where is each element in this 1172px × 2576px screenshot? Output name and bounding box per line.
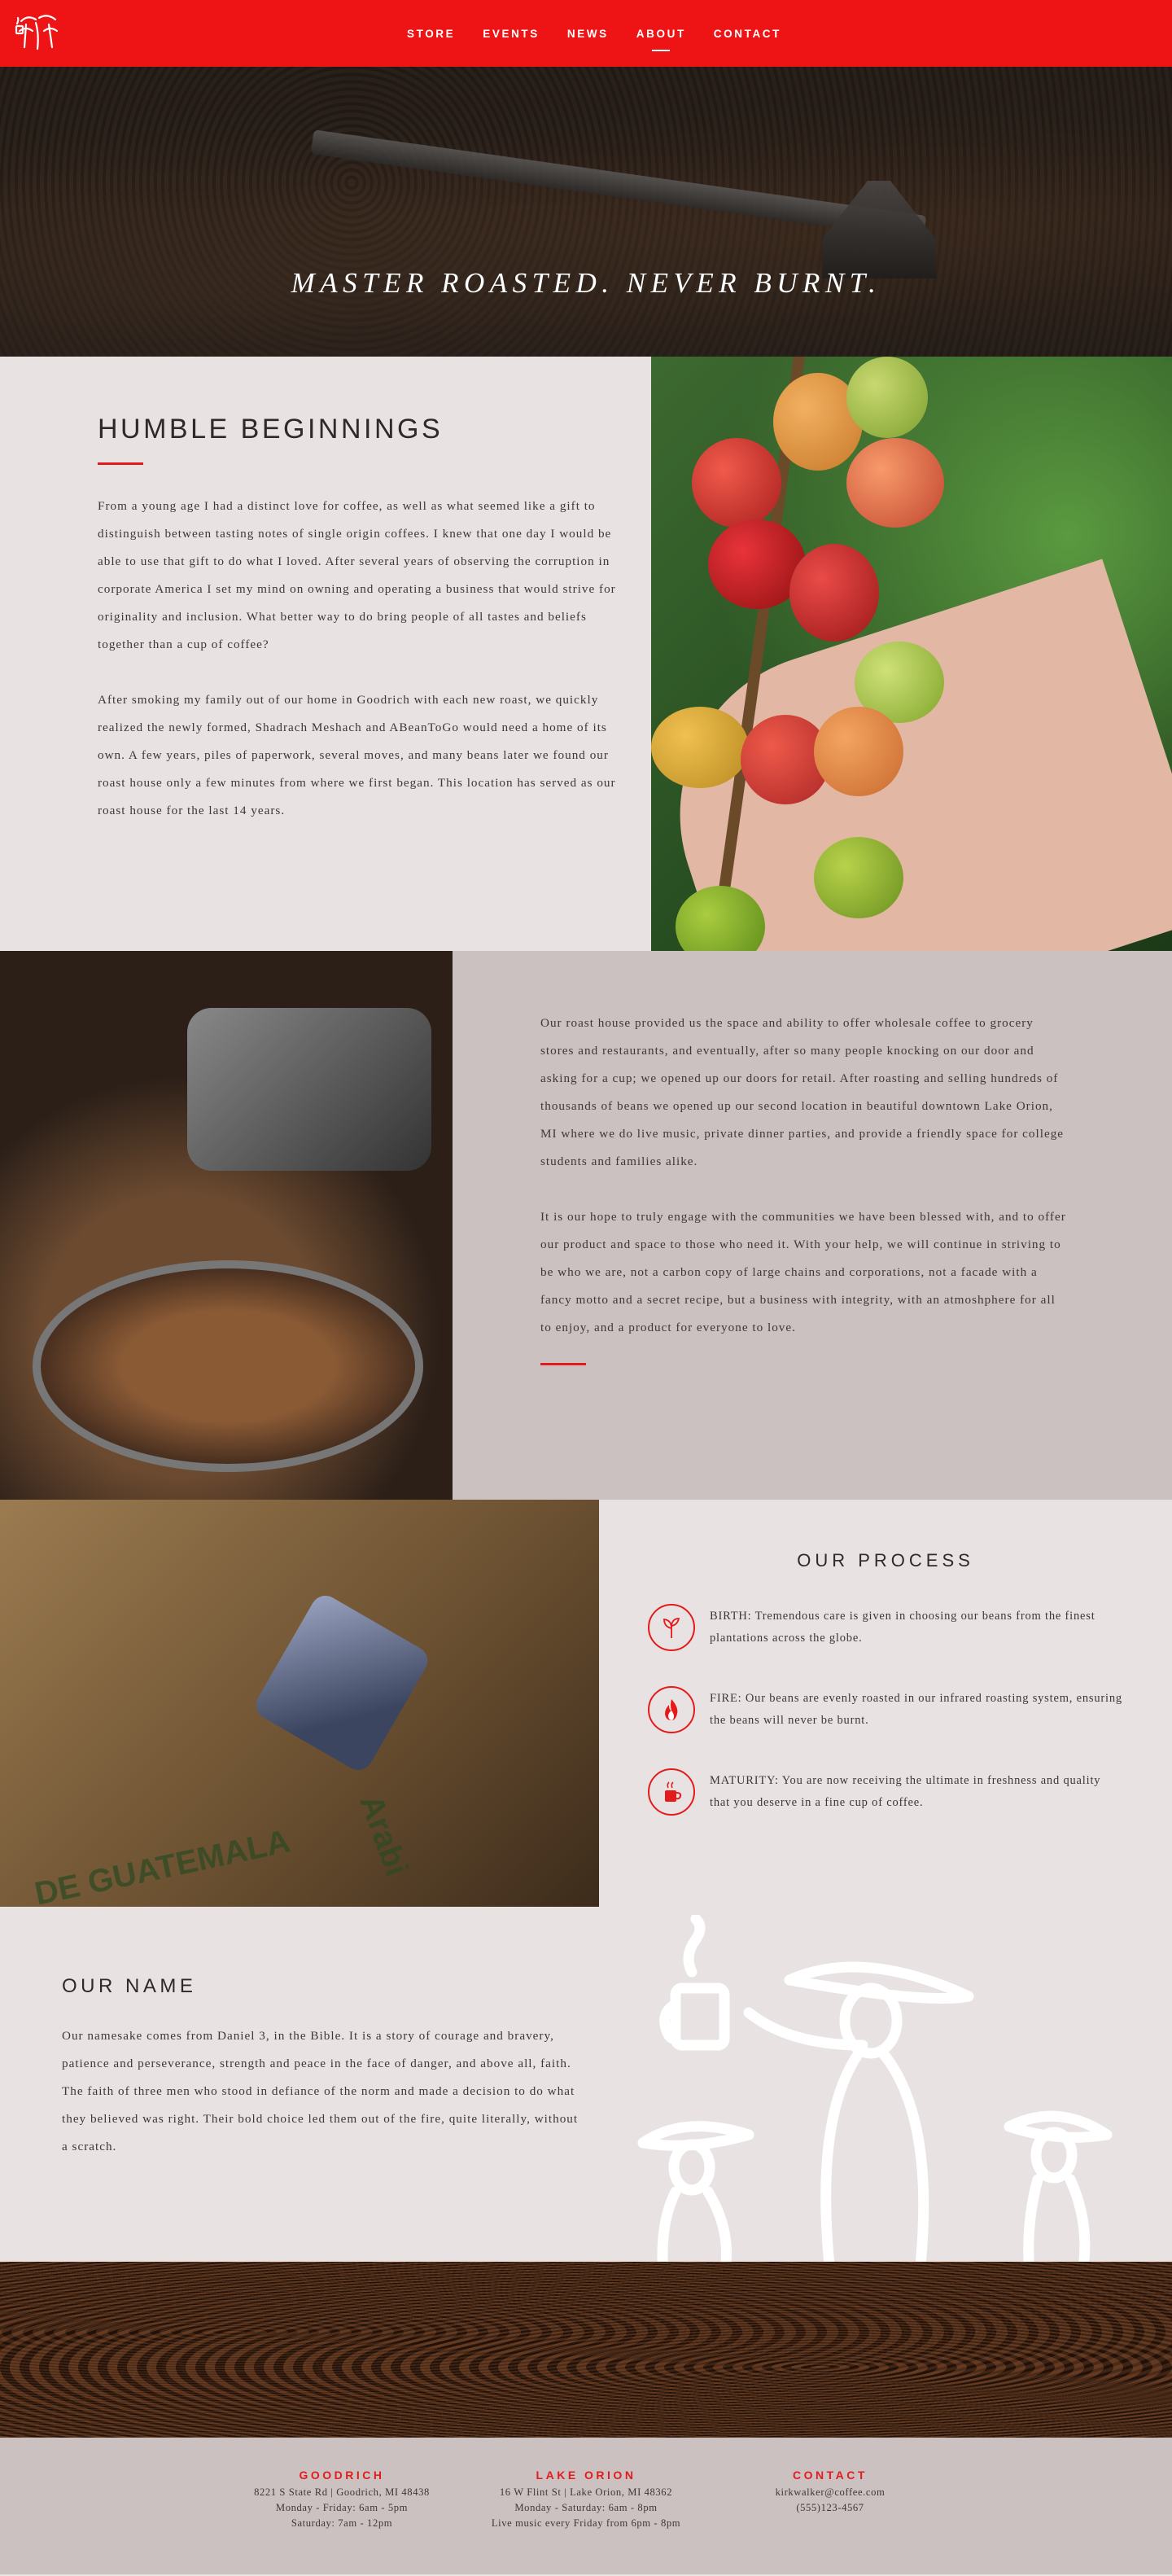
humble-paragraph-2: After smoking my family out of our home … (98, 693, 616, 817)
hero-banner: MASTER ROASTED. NEVER BURNT. (0, 67, 1172, 357)
humble-beginnings-section: HUMBLE BEGINNINGS From a young age I had… (0, 357, 1172, 951)
footer-goodrich: GOODRICH 8221 S State Rd | Goodrich, MI … (244, 2469, 440, 2574)
footer-note: Live music every Friday from 6pm - 8pm (491, 2517, 681, 2529)
process-step-text: FIRE: Our beans are evenly roasted in ou… (710, 1692, 1122, 1727)
sack-label-guatemala: DE GUATEMALA (31, 1823, 294, 1907)
process-step-maturity: MATURITY: You are now receiving the ulti… (648, 1768, 1123, 1816)
roast-house-paragraph-1: Our roast house provided us the space an… (540, 1016, 1065, 1168)
footer-address: 16 W Flint St | Lake Orion, MI 48362 (499, 2486, 673, 2498)
three-men-illustration (637, 1915, 1113, 2262)
process-step-birth: BIRTH: Tremendous care is given in choos… (648, 1604, 1123, 1651)
humble-title: HUMBLE BEGINNINGS (98, 414, 444, 445)
our-process-section: DE GUATEMALA Arabi OUR PROCESS BIRTH: Tr… (0, 1500, 1172, 1907)
section-divider (540, 1363, 586, 1365)
coffee-cup-icon (648, 1768, 695, 1816)
process-text: OUR PROCESS BIRTH: Tremendous care is gi… (599, 1500, 1172, 1907)
process-step-fire: FIRE: Our beans are evenly roasted in ou… (648, 1686, 1123, 1733)
title-divider (98, 462, 143, 465)
footer: GOODRICH 8221 S State Rd | Goodrich, MI … (0, 2438, 1172, 2574)
humble-text: HUMBLE BEGINNINGS From a young age I had… (0, 357, 651, 951)
process-step-text: BIRTH: Tremendous care is given in choos… (710, 1610, 1095, 1645)
sprout-icon (648, 1604, 695, 1651)
roast-house-text: Our roast house provided us the space an… (453, 951, 1172, 1500)
footer-lake-orion: LAKE ORION 16 W Flint St | Lake Orion, M… (488, 2469, 684, 2574)
footer-email-link[interactable]: kirkwalker@coffee.com (732, 2485, 928, 2500)
footer-address: 8221 S State Rd | Goodrich, MI 48438 (254, 2486, 430, 2498)
nav-events[interactable]: EVENTS (483, 24, 540, 43)
sack-label-arabica: Arabi (352, 1790, 415, 1881)
nav-news[interactable]: NEWS (567, 24, 609, 43)
roast-house-paragraph-2: It is our hope to truly engage with the … (540, 1210, 1066, 1334)
top-nav: STORE EVENTS NEWS ABOUT CONTACT (0, 0, 1172, 67)
hero-title: MASTER ROASTED. NEVER BURNT. (291, 267, 881, 299)
roaster-cone-image (822, 181, 936, 278)
footer-heading: LAKE ORION (536, 2469, 636, 2482)
process-step-text: MATURITY: You are now receiving the ulti… (710, 1774, 1101, 1809)
coffee-cherries-image (651, 357, 1172, 951)
nav-menu: STORE EVENTS NEWS ABOUT CONTACT (407, 24, 781, 43)
footer-phone-link[interactable]: (555)123-4567 (732, 2500, 928, 2516)
footer-heading: GOODRICH (299, 2469, 385, 2482)
our-name-section: OUR NAME Our namesake comes from Daniel … (0, 1907, 1172, 2262)
nav-store[interactable]: STORE (407, 24, 455, 43)
logo-icon[interactable] (15, 10, 62, 52)
roaster-machine-image (0, 951, 453, 1500)
our-name-paragraph: Our namesake comes from Daniel 3, in the… (62, 2029, 579, 2153)
footer-heading: CONTACT (793, 2469, 868, 2482)
footer-hours: Monday - Saturday: 6am - 8pm (514, 2502, 658, 2513)
footer-hours: Monday - Friday: 6am - 5pm (275, 2502, 409, 2513)
our-name-text: OUR NAME Our namesake comes from Daniel … (62, 1975, 583, 2161)
flame-icon (648, 1686, 695, 1733)
footer-hours: Saturday: 7am - 12pm (291, 2517, 393, 2529)
process-title: OUR PROCESS (797, 1550, 974, 1571)
roaster-arm-image (310, 129, 927, 240)
coffee-sacks-image: DE GUATEMALA Arabi (0, 1500, 599, 1907)
nav-about[interactable]: ABOUT (636, 24, 686, 43)
nav-contact[interactable]: CONTACT (714, 24, 781, 43)
humble-paragraph-1: From a young age I had a distinct love f… (98, 499, 616, 651)
roast-house-section: Our roast house provided us the space an… (0, 951, 1172, 1500)
our-name-title: OUR NAME (62, 1975, 197, 1997)
footer-contact: CONTACT kirkwalker@coffee.com (555)123-4… (732, 2469, 928, 2574)
coffee-beans-banner (0, 2262, 1172, 2438)
